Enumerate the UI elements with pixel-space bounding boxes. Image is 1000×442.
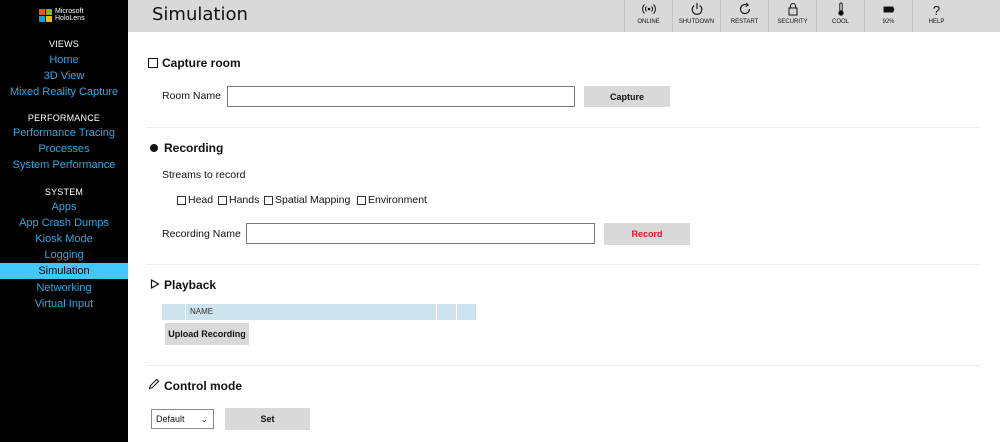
table-header-col: [437, 304, 457, 320]
set-button[interactable]: Set: [225, 408, 310, 430]
sidebar-item-app-crash-dumps[interactable]: App Crash Dumps: [0, 215, 128, 231]
cool-label: COOL: [831, 19, 849, 25]
security-label: SECURITY: [777, 19, 808, 25]
stream-hands-label: Hands: [229, 194, 260, 206]
sidebar-section-system: SYSTEM: [44, 187, 84, 197]
streams-label: Streams to record: [162, 169, 246, 181]
capture-button[interactable]: Capture: [584, 86, 670, 107]
shutdown-button[interactable]: SHUTDOWN: [672, 0, 720, 32]
sidebar-item-logging[interactable]: Logging: [0, 247, 128, 263]
restart-button[interactable]: RESTART: [720, 0, 768, 32]
wireless-icon: [625, 0, 672, 18]
room-name-input[interactable]: [227, 86, 575, 107]
checkbox-icon: [264, 195, 273, 205]
online-label: ONLINE: [637, 19, 660, 25]
room-name-label: Room Name: [162, 90, 221, 102]
power-icon: [673, 0, 720, 18]
recording-name-label: Recording Name: [162, 228, 241, 240]
header-bar: Simulation ONLINE SHUTDOWN RESTART SECUR…: [128, 0, 1000, 32]
sidebar: Microsoft HoloLens VIEWS Home 3D View Mi…: [0, 0, 128, 442]
divider: [146, 127, 980, 128]
pencil-icon: [148, 378, 160, 393]
help-button[interactable]: ? HELP: [912, 0, 960, 32]
shutdown-label: SHUTDOWN: [678, 19, 715, 25]
sidebar-item-kiosk-mode[interactable]: Kiosk Mode: [0, 231, 128, 247]
recording-title: Recording: [164, 141, 224, 155]
recording-name-input[interactable]: [246, 223, 595, 244]
sidebar-item-networking[interactable]: Networking: [0, 280, 128, 296]
capture-room-title: Capture room: [162, 56, 241, 70]
sidebar-item-system-performance[interactable]: System Performance: [0, 157, 128, 173]
stream-environment-label: Environment: [368, 194, 427, 206]
checkbox-square-icon: [148, 58, 158, 68]
table-header-name: NAME: [186, 304, 437, 320]
sidebar-item-performance-tracing[interactable]: Performance Tracing: [0, 125, 128, 141]
security-button[interactable]: SECURITY: [768, 0, 816, 32]
sidebar-item-home[interactable]: Home: [0, 52, 128, 68]
sidebar-item-mixed-reality-capture[interactable]: Mixed Reality Capture: [0, 84, 128, 100]
stream-head-checkbox[interactable]: Head: [177, 194, 213, 206]
restart-label: RESTART: [730, 19, 759, 25]
stream-hands-checkbox[interactable]: Hands: [218, 194, 259, 206]
sidebar-item-3d-view[interactable]: 3D View: [0, 68, 128, 84]
capture-room-heading: Capture room: [148, 56, 241, 70]
playback-title: Playback: [164, 278, 217, 292]
restart-icon: [721, 0, 768, 18]
table-header-col: [457, 304, 477, 320]
battery-button[interactable]: 92%: [864, 0, 912, 32]
stream-spatial-mapping-checkbox[interactable]: Spatial Mapping: [264, 194, 350, 206]
help-icon: ?: [932, 3, 941, 18]
checkbox-icon: [357, 195, 366, 205]
sidebar-section-performance: PERFORMANCE: [27, 113, 101, 123]
stream-environment-checkbox[interactable]: Environment: [357, 194, 427, 206]
sidebar-item-simulation[interactable]: Simulation: [0, 263, 128, 279]
chevron-down-icon: ⌄: [200, 414, 208, 424]
sidebar-item-processes[interactable]: Processes: [0, 141, 128, 157]
record-button[interactable]: Record: [604, 223, 690, 245]
control-mode-heading: Control mode: [148, 378, 242, 393]
lock-icon: [769, 0, 816, 18]
divider: [146, 365, 980, 366]
divider: [146, 264, 980, 265]
logo-line-2: HoloLens: [55, 15, 85, 22]
table-header-spacer: [162, 304, 186, 320]
control-mode-selected-value: Default: [156, 414, 185, 424]
battery-label: 92%: [882, 19, 895, 25]
cool-button[interactable]: COOL: [816, 0, 864, 32]
play-triangle-icon: [150, 278, 160, 292]
control-mode-select[interactable]: Default ⌄: [151, 409, 214, 429]
microsoft-hololens-logo: Microsoft HoloLens: [39, 7, 85, 23]
sidebar-item-apps[interactable]: Apps: [0, 199, 128, 215]
sidebar-item-virtual-input[interactable]: Virtual Input: [0, 296, 128, 312]
help-label: HELP: [928, 19, 945, 25]
playback-heading: Playback: [150, 278, 216, 292]
recording-heading: Recording: [150, 141, 223, 155]
upload-recording-button[interactable]: Upload Recording: [165, 323, 249, 345]
online-button[interactable]: ONLINE: [624, 0, 672, 32]
record-dot-icon: [150, 144, 158, 152]
thermometer-icon: [817, 0, 864, 18]
page-title: Simulation: [152, 4, 248, 25]
checkbox-icon: [177, 195, 186, 205]
control-mode-title: Control mode: [164, 378, 242, 393]
sidebar-section-views: VIEWS: [48, 39, 79, 49]
battery-icon: [865, 0, 912, 18]
recordings-table-header: NAME: [162, 304, 477, 320]
stream-head-label: Head: [188, 194, 214, 206]
checkbox-icon: [218, 195, 227, 205]
microsoft-logo-icon: [39, 9, 52, 22]
logo-line-1: Microsoft: [55, 7, 84, 15]
stream-spatial-mapping-label: Spatial Mapping: [275, 194, 351, 206]
